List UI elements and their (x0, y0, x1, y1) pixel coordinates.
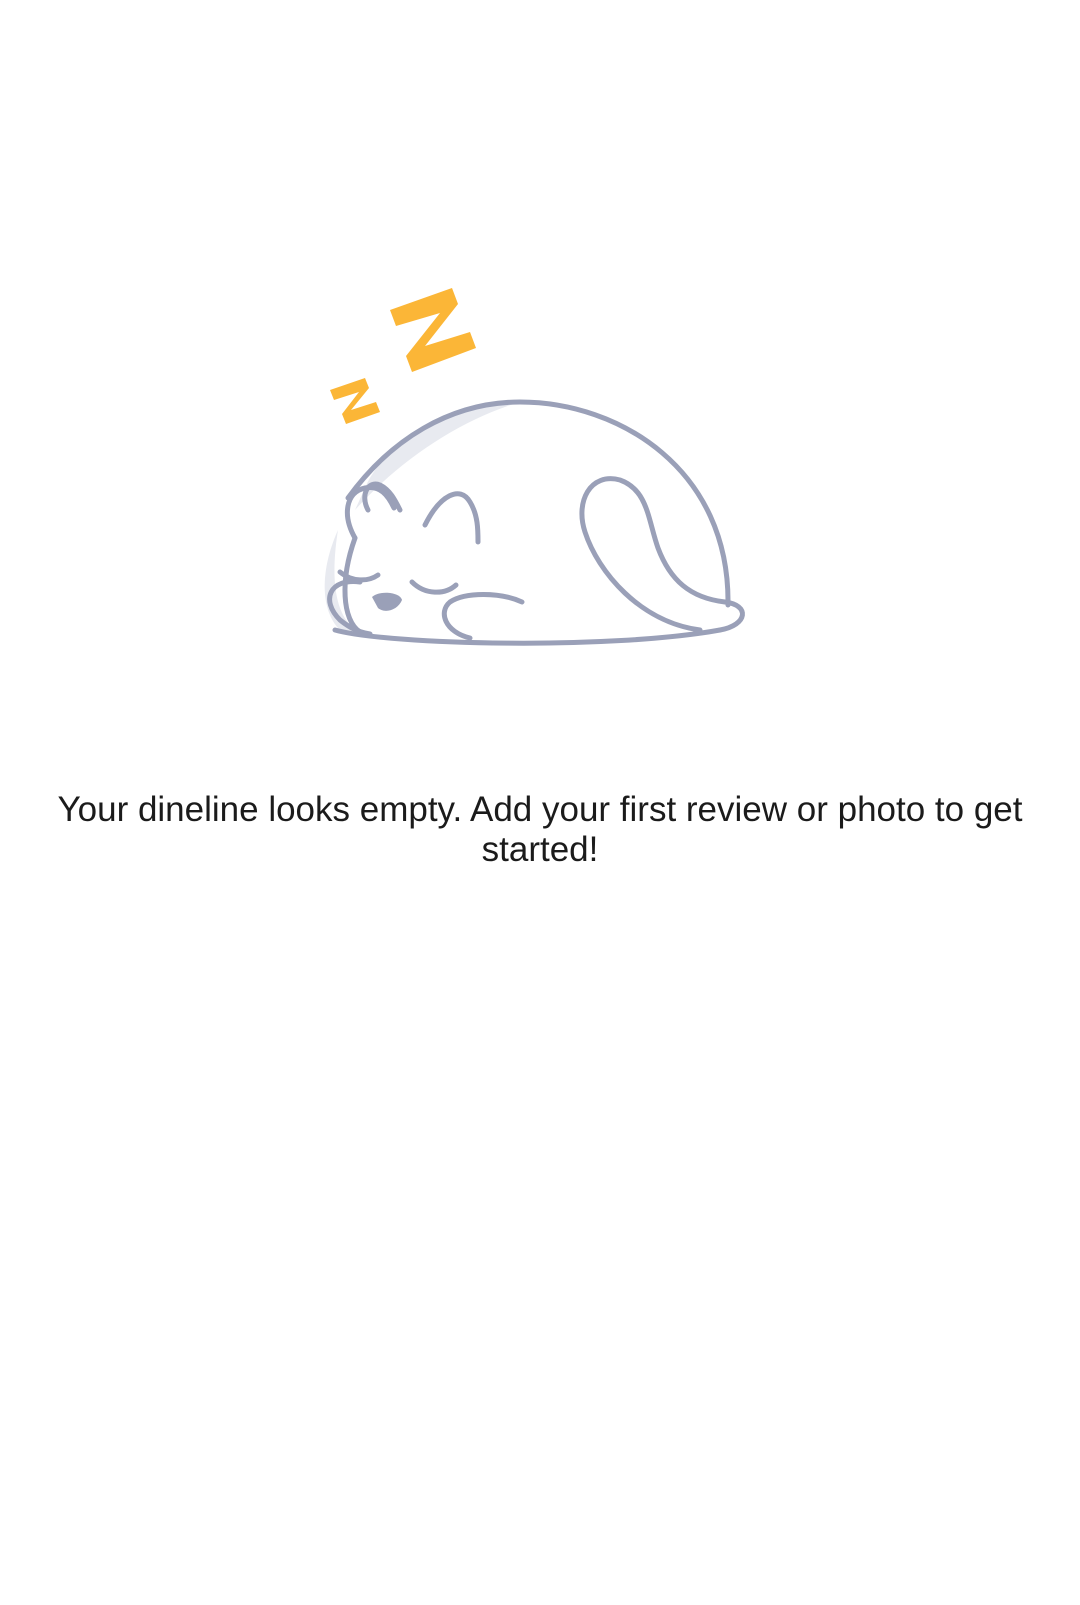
dineline-empty-screen: Your dineline looks empty. Add your firs… (0, 0, 1080, 1605)
zzz-icon (330, 288, 476, 424)
sleeping-cat-icon (280, 280, 780, 680)
empty-state-message: Your dineline looks empty. Add your firs… (57, 790, 1023, 869)
